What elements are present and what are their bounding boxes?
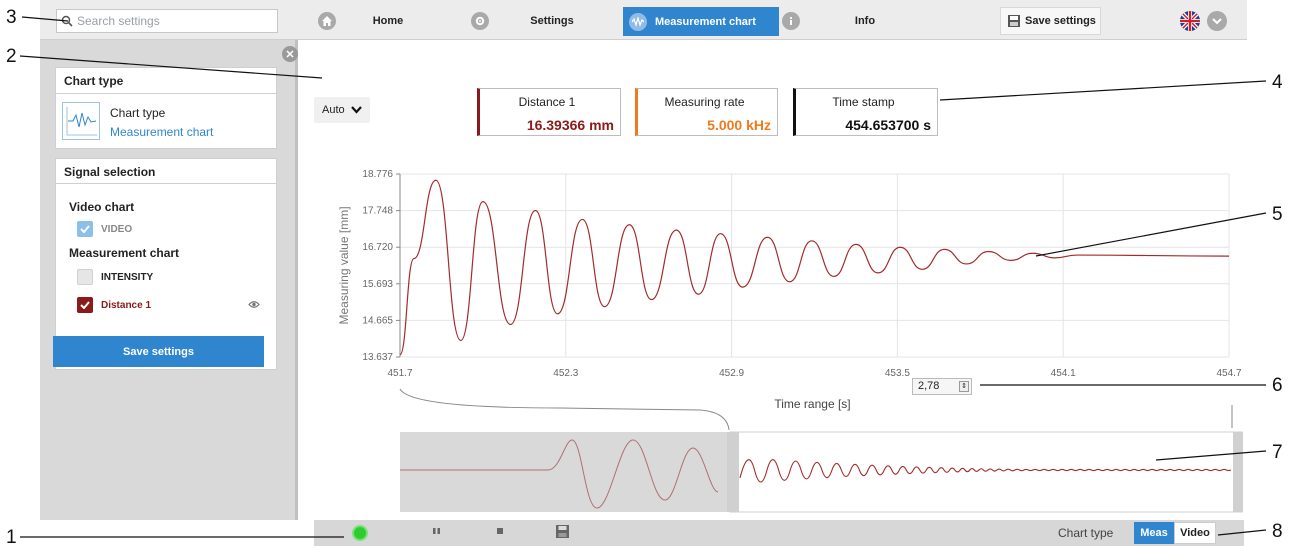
video-checkbox[interactable] (77, 221, 93, 237)
time-range-value: 2,78 (918, 380, 940, 392)
callout-7: 7 (1272, 442, 1283, 463)
measuring-rate-box: Measuring rate 5.000 kHz (635, 88, 778, 136)
x-tick-label: 452.9 (719, 368, 744, 379)
time-stamp-box: Time stamp 454.653700 s (793, 88, 938, 136)
pause-icon[interactable] (432, 525, 442, 540)
chart-type-panel: Chart type Chart type Measurement chart (55, 67, 277, 149)
callout-3: 3 (6, 7, 17, 28)
search-icon (61, 15, 73, 27)
y-tick-label: 13.637 (362, 352, 393, 363)
measuring-rate-value: 5.000 kHz (707, 117, 771, 133)
spinner-icon[interactable]: ⇕ (959, 381, 969, 392)
callout-2: 2 (6, 46, 17, 67)
y-tick-label: 16.720 (362, 242, 393, 253)
home-icon[interactable] (318, 7, 336, 35)
auto-scale-select[interactable]: Auto (314, 97, 370, 123)
distance-value-box: Distance 1 16.39366 mm (477, 88, 621, 136)
nav-info[interactable]: Info (840, 7, 890, 35)
chart-type-thumbnail-icon (62, 102, 100, 140)
status-indicator-icon (352, 525, 368, 541)
chart-type-selector[interactable]: Chart type Measurement chart (56, 94, 276, 148)
y-tick-label: 18.776 (362, 169, 393, 180)
time-stamp-label: Time stamp (832, 95, 895, 109)
info-icon[interactable] (782, 7, 800, 35)
overview-unselected-region (400, 432, 730, 512)
video-chart-heading: Video chart (69, 200, 135, 214)
y-axis-label: Measuring value [mm] (337, 206, 351, 324)
settings-gear-icon[interactable] (471, 7, 489, 35)
overview-selected-line (739, 459, 1232, 483)
stop-icon[interactable] (495, 525, 505, 540)
signal-selection-panel: Signal selection Video chart VIDEO Measu… (53, 158, 277, 374)
distance-signal-row[interactable]: Distance 1 (56, 296, 276, 314)
top-navigation-bar: Search settings Home Settings Measuremen… (40, 0, 1247, 40)
nav-measurement-chart[interactable]: Measurement chart (623, 7, 779, 36)
nav-measurement-chart-label: Measurement chart (655, 15, 756, 28)
search-placeholder: Search settings (77, 14, 160, 28)
wave-icon (629, 12, 647, 31)
y-tick-label: 14.665 (362, 315, 393, 326)
distance-value-label: Distance 1 (518, 95, 576, 109)
y-tick-label: 17.748 (362, 206, 393, 217)
y-tick-label: 15.693 (362, 279, 393, 290)
chart-type-label: Chart type (110, 106, 166, 120)
video-button[interactable]: Video (1174, 522, 1216, 544)
callout-5: 5 (1272, 204, 1283, 225)
x-tick-label: 452.3 (553, 368, 578, 379)
callout-6: 6 (1272, 375, 1283, 396)
time-range-input[interactable]: 2,78 ⇕ (912, 378, 972, 395)
chevron-down-icon (350, 106, 362, 114)
floppy-disk-icon (1008, 15, 1020, 27)
x-tick-label: 454.7 (1216, 368, 1241, 379)
save-settings-button[interactable]: Save settings (1000, 7, 1101, 35)
meas-button[interactable]: Meas (1134, 522, 1174, 544)
series-line-distance-1 (399, 179, 1230, 356)
uk-flag-icon[interactable] (1180, 11, 1200, 31)
measuring-rate-label: Measuring rate (664, 95, 745, 109)
measurement-chart-heading: Measurement chart (69, 246, 180, 260)
x-tick-label: 453.5 (885, 368, 910, 379)
floppy-disk-icon[interactable] (555, 524, 570, 542)
signal-selection-header: Signal selection (55, 158, 277, 184)
overview-selected-region (729, 431, 1243, 513)
x-tick-label: 454.1 (1051, 368, 1076, 379)
callout-8: 8 (1272, 521, 1283, 542)
overview-history-line (400, 439, 719, 509)
x-tick-label: 451.7 (387, 368, 412, 379)
callout-4: 4 (1272, 72, 1283, 93)
app-root: Search settings Home Settings Measuremen… (0, 0, 1294, 546)
nav-settings[interactable]: Settings (522, 7, 582, 35)
time-stamp-value: 454.653700 s (845, 117, 931, 133)
search-input[interactable]: Search settings (56, 9, 278, 33)
leader-line-7 (1155, 450, 1267, 461)
video-signal-row[interactable]: VIDEO (56, 220, 276, 238)
intensity-signal-row[interactable]: INTENSITY (56, 268, 276, 286)
intensity-checkbox[interactable] (77, 269, 93, 285)
zoom-connector-left (399, 388, 730, 431)
bottom-toolbar: Chart type Meas Video (314, 520, 1244, 546)
chevron-down-icon[interactable] (1207, 11, 1227, 31)
nav-home[interactable]: Home (358, 7, 418, 35)
auto-scale-value: Auto (322, 104, 345, 116)
save-settings-label: Save settings (1025, 15, 1096, 27)
chart-type-value[interactable]: Measurement chart (110, 125, 213, 139)
overview-right-handle (1233, 432, 1243, 512)
close-icon[interactable]: ✕ (282, 46, 298, 62)
x-axis-label: Time range [s] (774, 397, 850, 411)
sidebar: ✕ Chart type Chart type Measurement char… (40, 40, 298, 520)
distance-signal-label: Distance 1 (101, 299, 152, 311)
distance-value: 16.39366 mm (526, 117, 614, 133)
callout-1: 1 (6, 527, 17, 546)
intensity-signal-label: INTENSITY (101, 271, 154, 283)
sidebar-save-settings-button[interactable]: Save settings (53, 336, 264, 367)
video-signal-label: VIDEO (101, 223, 133, 235)
overview-left-handle (727, 432, 739, 512)
leader-line-5 (1035, 212, 1267, 257)
bottom-chart-type-label: Chart type (1058, 526, 1114, 540)
eye-icon[interactable] (248, 300, 260, 309)
distance-checkbox[interactable] (77, 297, 93, 313)
chart-type-header: Chart type (56, 68, 276, 94)
leader-line-4 (939, 80, 1267, 101)
